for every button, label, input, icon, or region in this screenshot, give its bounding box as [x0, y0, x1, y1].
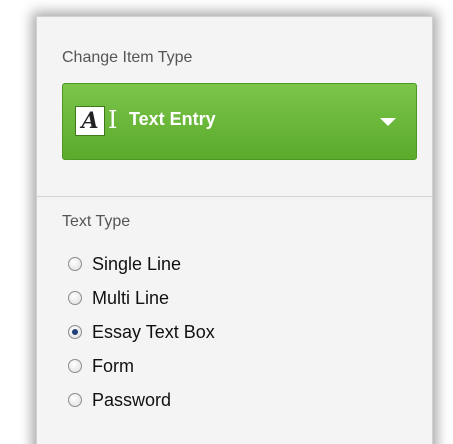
radio-label: Form — [92, 355, 134, 376]
radio-label: Password — [92, 389, 172, 410]
radio-label: Single Line — [92, 253, 182, 274]
radio-button[interactable] — [68, 291, 82, 305]
radio-option-password[interactable]: Password — [68, 383, 215, 417]
item-type-dropdown-label: Text Entry — [129, 109, 216, 129]
screenshot-stage: Change Item Type A I Text Entry Text Typ… — [0, 0, 453, 444]
radio-label: Multi Line — [92, 287, 170, 308]
text-type-radio-group: Single Line Multi Line Essay Text Box Fo… — [68, 247, 215, 417]
item-type-panel: Change Item Type A I Text Entry Text Typ… — [36, 16, 433, 444]
radio-option-form[interactable]: Form — [68, 349, 215, 383]
text-type-heading: Text Type — [62, 213, 131, 230]
text-cursor-icon: I — [108, 106, 118, 134]
radio-button[interactable] — [68, 257, 82, 271]
radio-button[interactable] — [68, 359, 82, 373]
text-entry-icon: A — [75, 106, 105, 136]
radio-button-selected[interactable] — [68, 325, 82, 339]
change-item-type-heading: Change Item Type — [62, 49, 193, 66]
radio-option-essay-text-box[interactable]: Essay Text Box — [68, 315, 215, 349]
radio-option-single-line[interactable]: Single Line — [68, 247, 215, 281]
radio-option-multi-line[interactable]: Multi Line — [68, 281, 215, 315]
radio-label: Essay Text Box — [92, 321, 215, 342]
section-divider — [37, 196, 432, 197]
item-type-dropdown[interactable]: A I Text Entry — [62, 83, 417, 160]
chevron-down-icon[interactable] — [380, 118, 396, 126]
radio-button[interactable] — [68, 393, 82, 407]
